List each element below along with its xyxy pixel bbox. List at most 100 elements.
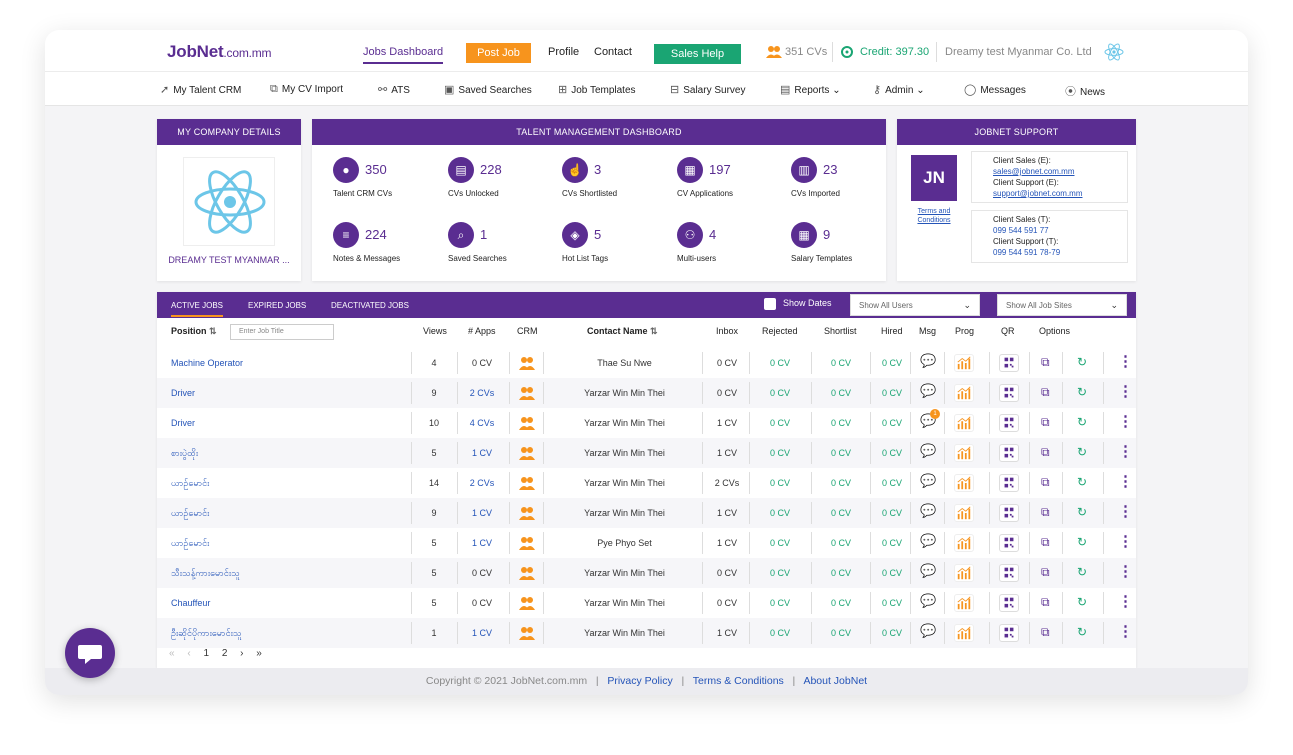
- job-position-link[interactable]: သီးသန့်ကားမောင်းသူ: [171, 568, 240, 581]
- duplicate-icon[interactable]: ⧉: [1041, 355, 1050, 370]
- nav-job-templates[interactable]: ⊞ Job Templates: [558, 83, 636, 96]
- tab-expired-jobs[interactable]: EXPIRED JOBS: [248, 301, 306, 310]
- nav-profile[interactable]: Profile: [548, 46, 579, 58]
- job-apps[interactable]: 1 CV: [462, 508, 502, 518]
- about-jobnet-link[interactable]: About JobNet: [803, 675, 867, 687]
- more-options-icon[interactable]: ⋮: [1118, 442, 1133, 460]
- nav-salary-survey[interactable]: ⊟ Salary Survey: [670, 83, 745, 96]
- crm-users-icon[interactable]: [519, 625, 535, 641]
- job-inbox[interactable]: 1 CV: [707, 418, 747, 428]
- crm-users-icon[interactable]: [519, 595, 535, 611]
- next-page-button[interactable]: ›: [240, 648, 243, 659]
- nav-my-cv-import[interactable]: ⧉ My CV Import: [270, 83, 343, 96]
- job-apps[interactable]: 2 CVs: [462, 478, 502, 488]
- message-icon[interactable]: 💬: [920, 353, 936, 369]
- more-options-icon[interactable]: ⋮: [1118, 412, 1133, 430]
- credit-balance[interactable]: Credit: 397.30: [860, 46, 929, 58]
- job-position-link[interactable]: စားပွဲထိုး: [171, 448, 198, 461]
- duplicate-icon[interactable]: ⧉: [1041, 385, 1050, 400]
- job-position-link[interactable]: ယာဉ်မောင်း: [171, 538, 209, 551]
- refresh-icon[interactable]: ↻: [1077, 535, 1087, 549]
- progress-chart-icon[interactable]: [954, 534, 974, 552]
- refresh-icon[interactable]: ↻: [1077, 505, 1087, 519]
- company-logo-icon[interactable]: [1104, 43, 1124, 61]
- post-job-button[interactable]: Post Job: [466, 43, 531, 63]
- sales-phone[interactable]: 099 544 591 77: [993, 225, 1127, 236]
- job-inbox[interactable]: 0 CV: [707, 388, 747, 398]
- qr-code-icon[interactable]: [999, 474, 1019, 492]
- nav-contact[interactable]: Contact: [594, 46, 632, 58]
- progress-chart-icon[interactable]: [954, 624, 974, 642]
- qr-code-icon[interactable]: [999, 564, 1019, 582]
- job-inbox[interactable]: 0 CV: [707, 358, 747, 368]
- job-position-link[interactable]: Driver: [171, 418, 195, 428]
- job-apps[interactable]: 2 CVs: [462, 388, 502, 398]
- job-rejected[interactable]: 0 CV: [760, 478, 800, 488]
- nav-admin[interactable]: ⚷ Admin ⌄: [873, 83, 925, 96]
- progress-chart-icon[interactable]: [954, 564, 974, 582]
- qr-code-icon[interactable]: [999, 594, 1019, 612]
- refresh-icon[interactable]: ↻: [1077, 355, 1087, 369]
- more-options-icon[interactable]: ⋮: [1118, 622, 1133, 640]
- message-icon[interactable]: 💬: [920, 473, 936, 489]
- job-shortlist[interactable]: 0 CV: [821, 538, 861, 548]
- job-shortlist[interactable]: 0 CV: [821, 508, 861, 518]
- show-dates-checkbox[interactable]: [764, 298, 776, 310]
- company-name-link[interactable]: DREAMY TEST MYANMAR ...: [157, 255, 301, 265]
- more-options-icon[interactable]: ⋮: [1118, 532, 1133, 550]
- tab-deactivated-jobs[interactable]: DEACTIVATED JOBS: [331, 301, 409, 310]
- job-shortlist[interactable]: 0 CV: [821, 448, 861, 458]
- nav-my-talent-crm[interactable]: ➚ My Talent CRM: [160, 83, 241, 96]
- col-contact-name[interactable]: Contact Name ⇅: [587, 326, 658, 337]
- job-hired[interactable]: 0 CV: [874, 388, 910, 398]
- progress-chart-icon[interactable]: [954, 354, 974, 372]
- job-shortlist[interactable]: 0 CV: [821, 418, 861, 428]
- qr-code-icon[interactable]: [999, 384, 1019, 402]
- users-filter-select[interactable]: Show All Users ⌄: [850, 294, 980, 316]
- message-icon[interactable]: 💬: [920, 443, 936, 459]
- job-inbox[interactable]: 1 CV: [707, 538, 747, 548]
- nav-reports[interactable]: ▤ Reports ⌄: [780, 83, 841, 96]
- message-icon[interactable]: 💬: [920, 533, 936, 549]
- job-inbox[interactable]: 1 CV: [707, 628, 747, 638]
- job-position-link[interactable]: ဦးဆိုင်ပိုကားမောင်းသူ: [171, 628, 242, 641]
- support-phone[interactable]: 099 544 591 78-79: [993, 247, 1127, 258]
- qr-code-icon[interactable]: [999, 504, 1019, 522]
- progress-chart-icon[interactable]: [954, 384, 974, 402]
- job-shortlist[interactable]: 0 CV: [821, 388, 861, 398]
- support-email-link[interactable]: support@jobnet.com.mm: [993, 188, 1127, 199]
- message-icon[interactable]: 💬: [920, 503, 936, 519]
- duplicate-icon[interactable]: ⧉: [1041, 415, 1050, 430]
- job-rejected[interactable]: 0 CV: [760, 628, 800, 638]
- qr-code-icon[interactable]: [999, 414, 1019, 432]
- cv-count[interactable]: 351 CVs: [785, 46, 827, 58]
- crm-users-icon[interactable]: [519, 385, 535, 401]
- page-2-button[interactable]: 2: [222, 648, 228, 659]
- refresh-icon[interactable]: ↻: [1077, 445, 1087, 459]
- terms-link[interactable]: Terms and Conditions: [911, 207, 957, 225]
- crm-users-icon[interactable]: [519, 565, 535, 581]
- job-rejected[interactable]: 0 CV: [760, 508, 800, 518]
- progress-chart-icon[interactable]: [954, 444, 974, 462]
- qr-code-icon[interactable]: [999, 624, 1019, 642]
- duplicate-icon[interactable]: ⧉: [1041, 595, 1050, 610]
- message-icon[interactable]: 💬: [920, 623, 936, 639]
- prev-page-button[interactable]: ‹: [187, 648, 190, 659]
- nav-news[interactable]: ⦿ News: [1065, 83, 1105, 99]
- job-rejected[interactable]: 0 CV: [760, 418, 800, 428]
- job-inbox[interactable]: 2 CVs: [707, 478, 747, 488]
- company-logo[interactable]: [183, 157, 275, 246]
- qr-code-icon[interactable]: [999, 444, 1019, 462]
- crm-users-icon[interactable]: [519, 355, 535, 371]
- message-icon[interactable]: 💬: [920, 593, 936, 609]
- job-rejected[interactable]: 0 CV: [760, 388, 800, 398]
- job-inbox[interactable]: 0 CV: [707, 568, 747, 578]
- job-title-search-input[interactable]: Enter Job Title: [230, 324, 334, 340]
- refresh-icon[interactable]: ↻: [1077, 385, 1087, 399]
- job-apps[interactable]: 4 CVs: [462, 418, 502, 428]
- job-position-link[interactable]: Machine Operator: [171, 358, 243, 368]
- job-apps[interactable]: 1 CV: [462, 538, 502, 548]
- duplicate-icon[interactable]: ⧉: [1041, 475, 1050, 490]
- nav-ats[interactable]: ⚯ ATS: [378, 83, 410, 96]
- job-hired[interactable]: 0 CV: [874, 358, 910, 368]
